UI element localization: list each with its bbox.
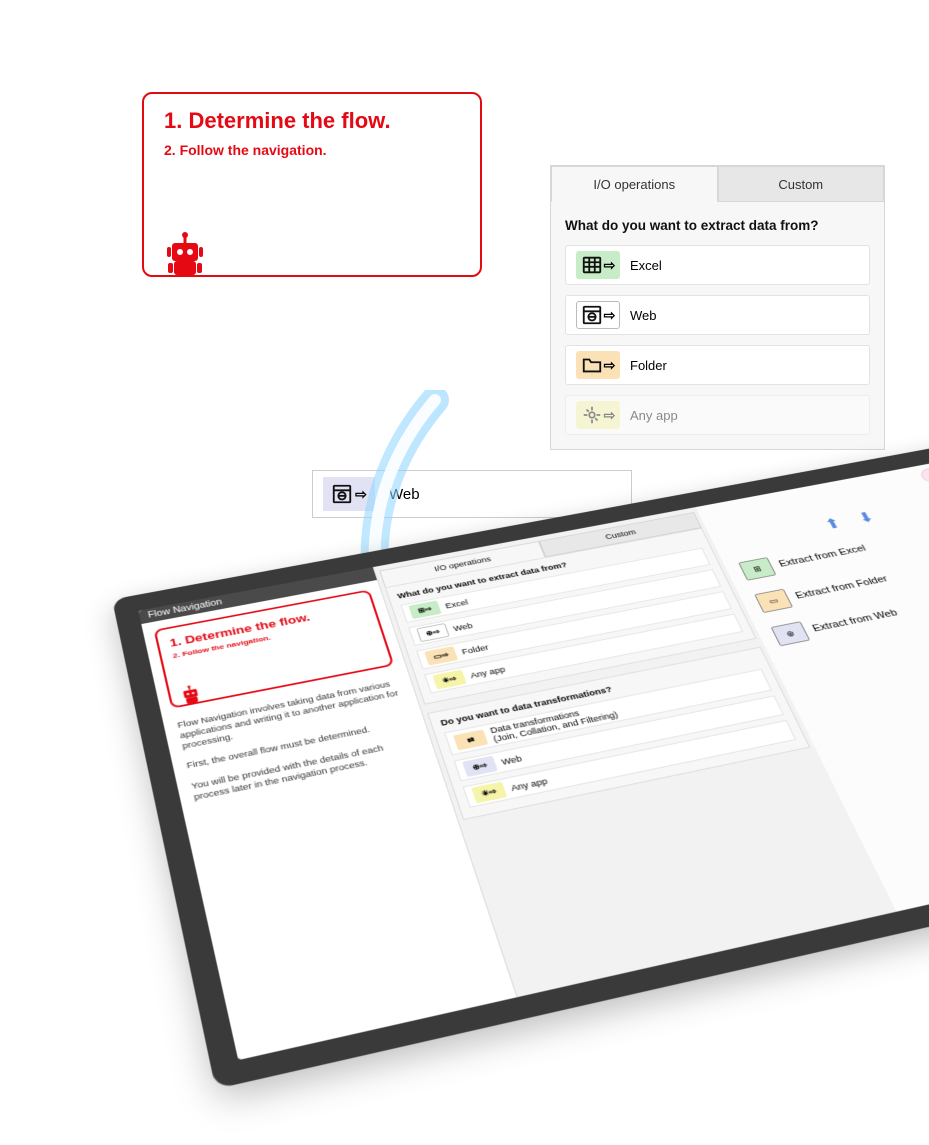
tab-custom[interactable]: Custom	[718, 166, 885, 202]
callout-step-1: 1. Determine the flow.	[164, 108, 460, 134]
arrow-right-icon: ⇨	[604, 307, 616, 324]
folder-icon: ▭	[754, 589, 793, 613]
robot-icon	[175, 682, 205, 705]
excel-icon: ⇨	[576, 251, 620, 279]
web-icon: ⊕	[771, 621, 811, 646]
io-panel: I/O operations Custom What do you want t…	[550, 165, 885, 450]
web-icon: ⇨	[576, 301, 620, 329]
excel-icon: ⊞	[738, 557, 776, 581]
monitor-screen: Flow Navigation 1. Determine the flow. 2…	[138, 453, 929, 1060]
arrow-right-icon: ⇨	[604, 407, 616, 424]
arrow-right-icon: ⇨	[604, 357, 616, 374]
web-icon: ⊕⇨	[462, 756, 498, 777]
move-down-icon[interactable]: ⬇	[855, 509, 878, 527]
instruction-callout: 1. Determine the flow. 2. Follow the nav…	[142, 92, 482, 277]
option-any-label: Any app	[630, 408, 678, 423]
option-folder[interactable]: ⇨ Folder	[565, 345, 870, 385]
tab-io-operations[interactable]: I/O operations	[551, 166, 718, 202]
monitor: Flow Navigation 1. Determine the flow. 2…	[112, 436, 929, 1089]
any-app-icon: ✳⇨	[471, 782, 507, 804]
arrow-right-icon: ⇨	[604, 257, 616, 274]
option-excel-label: Excel	[630, 258, 662, 273]
option-web[interactable]: ⇨ Web	[565, 295, 870, 335]
excel-icon: ⊞⇨	[408, 600, 441, 619]
folder-icon: ▭⇨	[424, 646, 458, 665]
robot-icon	[160, 229, 210, 275]
panel-question: What do you want to extract data from?	[565, 218, 870, 233]
any-app-icon: ✳⇨	[432, 670, 466, 690]
reorder-arrows: ⬆ ⬇	[822, 509, 878, 533]
option-excel[interactable]: ⇨ Excel	[565, 245, 870, 285]
callout-step-2: 2. Follow the navigation.	[164, 142, 460, 158]
transform-icon: ⇄	[453, 729, 488, 750]
folder-icon: ⇨	[576, 351, 620, 379]
monitor-stage: Flow Navigation 1. Determine the flow. 2…	[0, 495, 929, 1145]
option-web-label: Web	[630, 308, 657, 323]
move-up-icon[interactable]: ⬆	[822, 515, 845, 533]
panel-tabs: I/O operations Custom	[551, 166, 884, 202]
option-folder-label: Folder	[630, 358, 667, 373]
web-icon: ⊕⇨	[416, 623, 450, 642]
option-any-app[interactable]: ⇨ Any app	[565, 395, 870, 435]
monitor-bezel: Flow Navigation 1. Determine the flow. 2…	[112, 436, 929, 1089]
any-app-icon: ⇨	[576, 401, 620, 429]
repeat-pill[interactable]: ⟳ Repeat	[918, 455, 929, 484]
